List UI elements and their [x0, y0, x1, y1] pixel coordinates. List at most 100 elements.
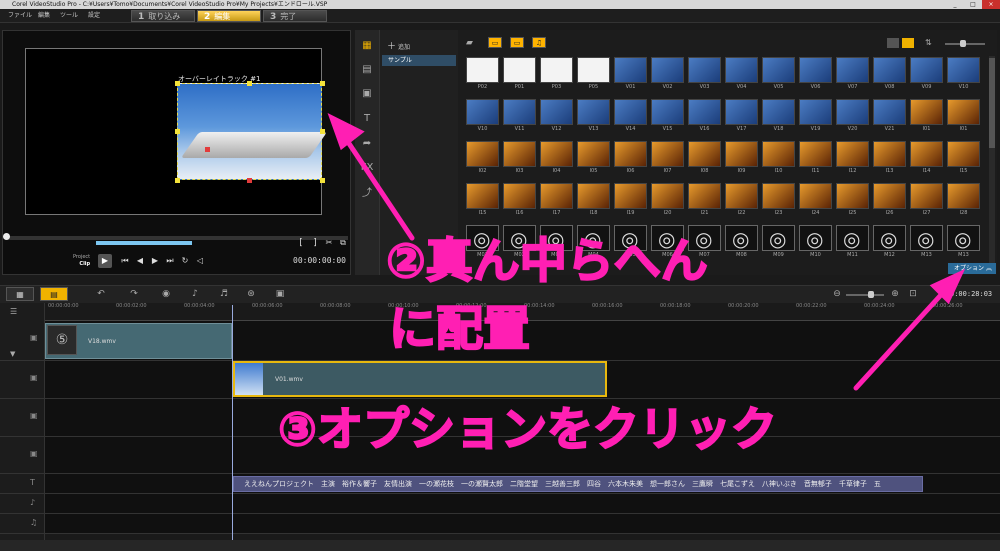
library-thumbnail[interactable]: I20	[649, 182, 686, 224]
library-thumbnail[interactable]: V15	[649, 98, 686, 140]
overlay-clip[interactable]: V01.wmv	[233, 361, 607, 397]
track-manager-icon[interactable]: ☰	[10, 307, 17, 316]
title-icon[interactable]: T	[360, 113, 374, 124]
library-thumbnail[interactable]: I10	[760, 140, 797, 182]
library-thumbnail[interactable]: M10	[797, 224, 834, 266]
library-thumbnail[interactable]: I13	[871, 140, 908, 182]
zoom-slider[interactable]	[846, 294, 884, 296]
mark-in-icon[interactable]: [	[296, 238, 306, 248]
library-thumbnail[interactable]: I01	[945, 98, 982, 140]
trim-range[interactable]	[96, 241, 192, 245]
library-thumbnail[interactable]: I23	[760, 182, 797, 224]
options-button[interactable]: オプション ︽	[948, 263, 996, 274]
enlarge-icon[interactable]: ⧉	[338, 238, 348, 248]
library-scroll-thumb[interactable]	[989, 58, 995, 148]
path-icon[interactable]: ⤴	[360, 188, 374, 199]
record-capture-icon[interactable]: ◉	[159, 288, 173, 300]
project-clip-toggle[interactable]: Project Clip	[73, 254, 90, 268]
library-thumbnail[interactable]: I02	[464, 140, 501, 182]
library-thumbnail[interactable]: I07	[649, 140, 686, 182]
library-thumbnail[interactable]: V07	[834, 56, 871, 98]
add-folder-button[interactable]: ＋ 追加	[387, 39, 410, 52]
library-thumbnail[interactable]: I17	[538, 182, 575, 224]
library-thumbnail[interactable]: V08	[871, 56, 908, 98]
library-thumbnail[interactable]: V05	[760, 56, 797, 98]
library-thumbnail[interactable]: P01	[501, 56, 538, 98]
auto-music-icon[interactable]: ♬	[217, 288, 231, 300]
list-view-icon[interactable]	[887, 38, 899, 48]
timeline-scrollbar[interactable]	[0, 540, 1000, 551]
library-thumbnail[interactable]: I26	[871, 182, 908, 224]
split-icon[interactable]: ✂	[324, 238, 334, 248]
mark-out-icon[interactable]: ]	[310, 238, 320, 248]
overlay-track-3-icon[interactable]: ▣	[0, 437, 45, 474]
overlay-track-2-icon[interactable]: ▣	[0, 399, 45, 437]
library-thumbnail[interactable]: V19	[797, 98, 834, 140]
play-button[interactable]: ▶	[98, 254, 112, 268]
overlay-track-icon[interactable]: ▣	[0, 361, 45, 399]
library-thumbnail[interactable]: I09	[723, 140, 760, 182]
instant-project-icon[interactable]: ▤	[360, 64, 374, 75]
library-thumbnail[interactable]: V12	[538, 98, 575, 140]
library-thumbnail[interactable]: V11	[501, 98, 538, 140]
library-thumbnail[interactable]: I08	[686, 140, 723, 182]
subtitle-icon[interactable]: ▣	[273, 288, 287, 300]
library-thumbnail[interactable]: V14	[612, 98, 649, 140]
library-thumbnail[interactable]: M13	[945, 224, 982, 266]
library-thumbnail[interactable]: I27	[908, 182, 945, 224]
library-thumbnail[interactable]: I15	[464, 182, 501, 224]
sound-mixer-icon[interactable]: ♪	[188, 288, 202, 300]
folder-item-sample[interactable]: サンプル	[382, 55, 456, 66]
redo-icon[interactable]: ↷	[127, 288, 141, 300]
library-thumbnail[interactable]: V18	[760, 98, 797, 140]
menu-tools[interactable]: ツール	[60, 9, 78, 23]
step-share[interactable]: 3 完了	[263, 10, 327, 22]
end-icon[interactable]: ⏭	[165, 256, 175, 266]
zoom-out-icon[interactable]: ⊖	[830, 288, 844, 300]
playhead[interactable]	[232, 305, 233, 551]
maximize-icon[interactable]: □	[964, 0, 982, 9]
resize-handle[interactable]	[320, 81, 325, 86]
menu-edit[interactable]: 編集	[38, 9, 50, 23]
resize-handle[interactable]	[247, 178, 252, 183]
library-thumbnail[interactable]: I12	[834, 140, 871, 182]
minimize-icon[interactable]: _	[946, 0, 964, 9]
library-thumbnail[interactable]: V06	[797, 56, 834, 98]
step-capture[interactable]: 1 取り込み	[131, 10, 195, 22]
next-frame-icon[interactable]: ▶	[150, 256, 160, 266]
library-thumbnail[interactable]: V03	[686, 56, 723, 98]
library-thumbnail[interactable]: I15	[945, 140, 982, 182]
library-thumbnail[interactable]: I25	[834, 182, 871, 224]
zoom-in-icon[interactable]: ⊕	[888, 288, 902, 300]
library-thumbnail[interactable]: I06	[612, 140, 649, 182]
menu-settings[interactable]: 設定	[88, 9, 100, 23]
storyboard-view-button[interactable]: ▦	[6, 287, 34, 301]
library-thumbnail[interactable]: I11	[797, 140, 834, 182]
thumb-size-knob[interactable]	[960, 40, 966, 47]
library-thumbnail[interactable]: V10	[464, 98, 501, 140]
library-thumbnail[interactable]: M11	[834, 224, 871, 266]
library-thumbnail[interactable]: I21	[686, 182, 723, 224]
folder-icon[interactable]: ▰	[466, 38, 473, 48]
library-thumbnail[interactable]: I19	[612, 182, 649, 224]
library-thumbnail[interactable]: V20	[834, 98, 871, 140]
resize-handle[interactable]	[175, 178, 180, 183]
fit-project-icon[interactable]: ⊡	[906, 288, 920, 300]
resize-handle[interactable]	[320, 129, 325, 134]
library-thumbnail[interactable]: I01	[908, 98, 945, 140]
music-track-icon[interactable]: ♫	[0, 514, 45, 534]
distort-handle[interactable]	[205, 147, 210, 152]
library-thumbnail[interactable]: I22	[723, 182, 760, 224]
media-icon[interactable]: ▦	[360, 40, 374, 51]
resize-handle[interactable]	[175, 81, 180, 86]
step-edit[interactable]: 2 編集	[197, 10, 261, 22]
library-thumbnail[interactable]: I05	[575, 140, 612, 182]
undo-icon[interactable]: ↶	[94, 288, 108, 300]
library-thumbnail[interactable]: M08	[723, 224, 760, 266]
library-thumbnail[interactable]: I16	[501, 182, 538, 224]
resize-handle[interactable]	[175, 129, 180, 134]
library-thumbnail[interactable]: I03	[501, 140, 538, 182]
library-thumbnail[interactable]: V09	[908, 56, 945, 98]
title-clip[interactable]: ええねんプロジェクト 主演 裕作＆響子 友情出演 一の瀬花枝 一の瀬賢太郎 二階…	[233, 476, 923, 492]
sort-icon[interactable]: ⇅	[925, 38, 935, 48]
